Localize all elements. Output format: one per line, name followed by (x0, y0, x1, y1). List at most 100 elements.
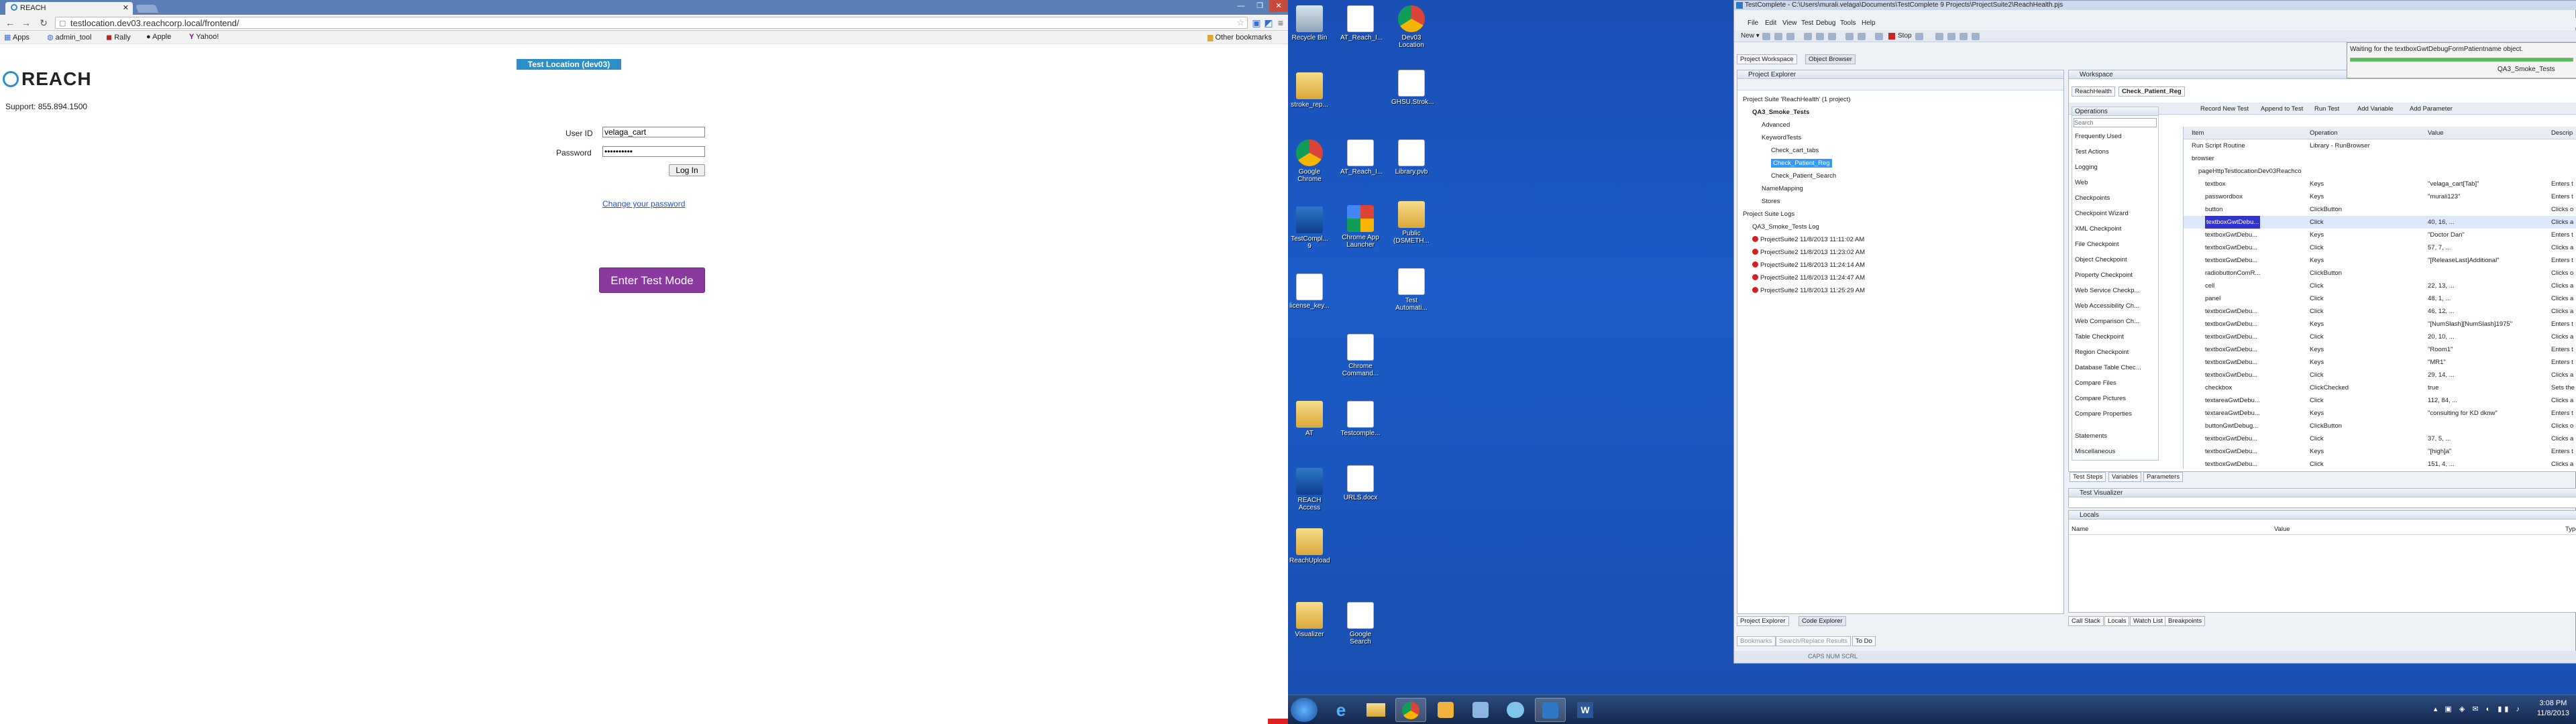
table-row[interactable]: textboxGwtDebu... Keys "[ReleaseLast]Addit… (2184, 254, 2576, 267)
enter-test-mode-button[interactable]: Enter Test Mode (599, 267, 705, 293)
desktop-icon-reachupload[interactable]: ReachUpload (1289, 528, 1330, 564)
desktop-icon-recycle-bin[interactable]: Recycle Bin (1289, 5, 1330, 42)
op-test-actions[interactable]: Test Actions (2072, 144, 2158, 160)
tree-namemapping[interactable]: NameMapping (1740, 182, 1865, 195)
record-new-test-button[interactable]: Record New Test (2200, 105, 2249, 113)
stop-icon[interactable] (1888, 33, 1895, 40)
table-row[interactable]: textboxGwtDebu... Click 20, 10, ... Clicks … (2184, 330, 2576, 343)
tab-test-steps[interactable]: Test Steps (2070, 472, 2106, 482)
table-row[interactable]: pageHttpTestlocationDev03Reachco (2184, 165, 2576, 178)
taskbar-chat-icon[interactable] (1500, 698, 1531, 722)
op-region-checkpoint[interactable]: Region Checkpoint (2072, 345, 2158, 360)
tab-project-workspace[interactable]: Project Workspace (1737, 54, 1797, 64)
desktop-icon-chrome-command[interactable]: Chrome Command... (1340, 334, 1381, 377)
tree-check-patient-search[interactable]: Check_Patient_Search (1740, 170, 1865, 182)
maximize-icon[interactable]: ❐ (1250, 0, 1269, 12)
editor-tab-check-patient-reg[interactable]: Check_Patient_Reg (2118, 86, 2185, 97)
table-row[interactable]: textboxGwtDebu... Keys "[high]a" Enters t (2184, 445, 2576, 458)
add-parameter-button[interactable]: Add Parameter (2410, 105, 2453, 113)
tree-suite-logs[interactable]: Project Suite Logs (1740, 208, 1865, 221)
op-xml-checkpoint[interactable]: XML Checkpoint (2072, 221, 2158, 237)
tab-reach[interactable]: REACH ✕ (5, 2, 133, 15)
desktop-icon-test-automation[interactable]: Test Automati... (1391, 268, 1432, 312)
bookmark-star-icon[interactable]: ☆ (1236, 17, 1244, 28)
operations-search[interactable] (2074, 118, 2157, 127)
tree-suite[interactable]: Project Suite 'ReachHealth' (1 project) (1740, 93, 1865, 106)
desktop-icon-license-key[interactable]: license_key... (1289, 274, 1330, 310)
table-row[interactable]: textboxGwtDebu... Click 29, 14, ... Clicks … (2184, 369, 2576, 381)
open-icon[interactable] (1762, 33, 1770, 40)
menu-icon[interactable]: ≡ (1275, 17, 1287, 28)
log-entry[interactable]: ProjectSuite2 11/8/2013 11:11:02 AM (1740, 233, 1865, 246)
desktop-icon-google-search[interactable]: Google Search (1340, 602, 1381, 646)
taskbar-word-icon[interactable]: W (1570, 698, 1601, 722)
menu-edit[interactable]: Edit (1765, 19, 1776, 27)
back-icon[interactable]: ← (4, 17, 16, 28)
op-object-checkpoint[interactable]: Object Checkpoint (2072, 252, 2158, 267)
tab-search-replace-results[interactable]: Search/Replace Results (1776, 636, 1851, 646)
table-row[interactable]: checkbox ClickChecked true Sets the (2184, 381, 2576, 394)
tool-icon[interactable] (1947, 33, 1955, 40)
redo-icon[interactable] (1858, 33, 1866, 40)
tab-locals[interactable]: Locals (2104, 616, 2130, 626)
tool-icon[interactable] (1960, 33, 1968, 40)
table-row[interactable]: panel Click 48, 1, ... Clicks a (2184, 292, 2576, 305)
tool-icon[interactable] (1935, 33, 1943, 40)
tree-stores[interactable]: Stores (1740, 195, 1865, 208)
op-compare-pictures[interactable]: Compare Pictures (2072, 391, 2158, 406)
taskbar-testcomplete-icon[interactable] (1535, 698, 1566, 722)
op-table-checkpoint[interactable]: Table Checkpoint (2072, 329, 2158, 345)
desktop-icon-at-reach-1[interactable]: AT_Reach_I... (1340, 5, 1383, 42)
tab-bookmarks[interactable]: Bookmarks (1737, 636, 1776, 646)
table-row[interactable]: browser (2184, 152, 2576, 165)
tree-project[interactable]: QA3_Smoke_Tests (1740, 106, 1865, 119)
menu-help[interactable]: Help (1862, 19, 1876, 27)
tab-code-explorer[interactable]: Code Explorer (1799, 616, 1846, 626)
bookmark-apple[interactable]: ● Apple (146, 33, 171, 41)
editor-tab-reachhealth[interactable]: ReachHealth (2072, 86, 2115, 97)
table-row[interactable]: textboxGwtDebu... Click 151, 4, ... Clicks … (2184, 458, 2576, 469)
col-item[interactable]: Item (2192, 127, 2204, 139)
close-tab-icon[interactable]: ✕ (123, 3, 129, 12)
tab-object-browser[interactable]: Object Browser (1805, 54, 1856, 64)
minimize-icon[interactable]: — (1232, 0, 1250, 12)
table-row[interactable]: textboxGwtDebu... Keys "[NumSlash][NumSlas… (2184, 318, 2576, 330)
table-row[interactable]: textboxGwtDebu... Keys "Room1" Enters t (2184, 343, 2576, 356)
op-web-accessibility[interactable]: Web Accessibility Ch... (2072, 298, 2158, 314)
desktop-icon-dev03-location[interactable]: Dev03 Location (1391, 5, 1432, 49)
paste-icon[interactable] (1828, 33, 1836, 40)
table-row[interactable]: button ClickButton Clicks o (2184, 203, 2576, 216)
tab-to-do[interactable]: To Do (1852, 636, 1876, 646)
taskbar-app4-icon[interactable] (1430, 698, 1461, 722)
menu-test[interactable]: Test (1801, 19, 1813, 27)
password-input[interactable] (602, 146, 705, 157)
taskbar-explorer-icon[interactable] (1360, 698, 1391, 722)
desktop-icon-urls-docx[interactable]: URLS.docx (1340, 465, 1381, 501)
menu-file[interactable]: File (1748, 19, 1758, 27)
undo-icon[interactable] (1845, 33, 1854, 40)
op-compare-files[interactable]: Compare Files (2072, 375, 2158, 391)
op-compare-properties[interactable]: Compare Properties (2072, 406, 2158, 422)
reload-icon[interactable]: ↻ (38, 17, 50, 28)
op-frequently-used[interactable]: Frequently Used (2072, 129, 2158, 144)
col-description[interactable]: Descrip (2551, 127, 2573, 139)
table-row[interactable]: textboxGwtDebu... Click 57, 7, ... Clicks a (2184, 241, 2576, 254)
other-bookmarks[interactable]: ▆ Other bookmarks (1208, 33, 1272, 42)
append-to-test-button[interactable]: Append to Test (2261, 105, 2303, 113)
bookmark-admin-tool[interactable]: ◍ admin_tool (47, 33, 92, 42)
op-database-table[interactable]: Database Table Chec... (2072, 360, 2158, 375)
op-miscellaneous[interactable]: Miscellaneous (2072, 444, 2158, 459)
desktop-icon-testcomplete[interactable]: TestCompl... 9 (1289, 206, 1330, 250)
op-checkpoints[interactable]: Checkpoints (2072, 190, 2158, 206)
run-icon[interactable] (1875, 33, 1883, 40)
table-row[interactable]: Run Script Routine Library - RunBrowser (2184, 139, 2576, 152)
desktop-icon-reach-access[interactable]: REACH Access (1289, 468, 1330, 511)
col-value[interactable]: Value (2428, 127, 2444, 139)
bookmark-apps[interactable]: ▦ Apps (4, 33, 30, 42)
log-entry[interactable]: ProjectSuite2 11/8/2013 11:24:14 AM (1740, 259, 1865, 272)
desktop-icon-at-reach-2[interactable]: AT_Reach_I... (1340, 139, 1383, 176)
taskbar-ie-icon[interactable]: e (1326, 698, 1356, 722)
log-entry[interactable]: ProjectSuite2 11/8/2013 11:24:47 AM (1740, 272, 1865, 284)
table-row[interactable]: textbox Keys "velaga_cart[Tab]" Enters t (2184, 178, 2576, 190)
op-web[interactable]: Web (2072, 175, 2158, 190)
